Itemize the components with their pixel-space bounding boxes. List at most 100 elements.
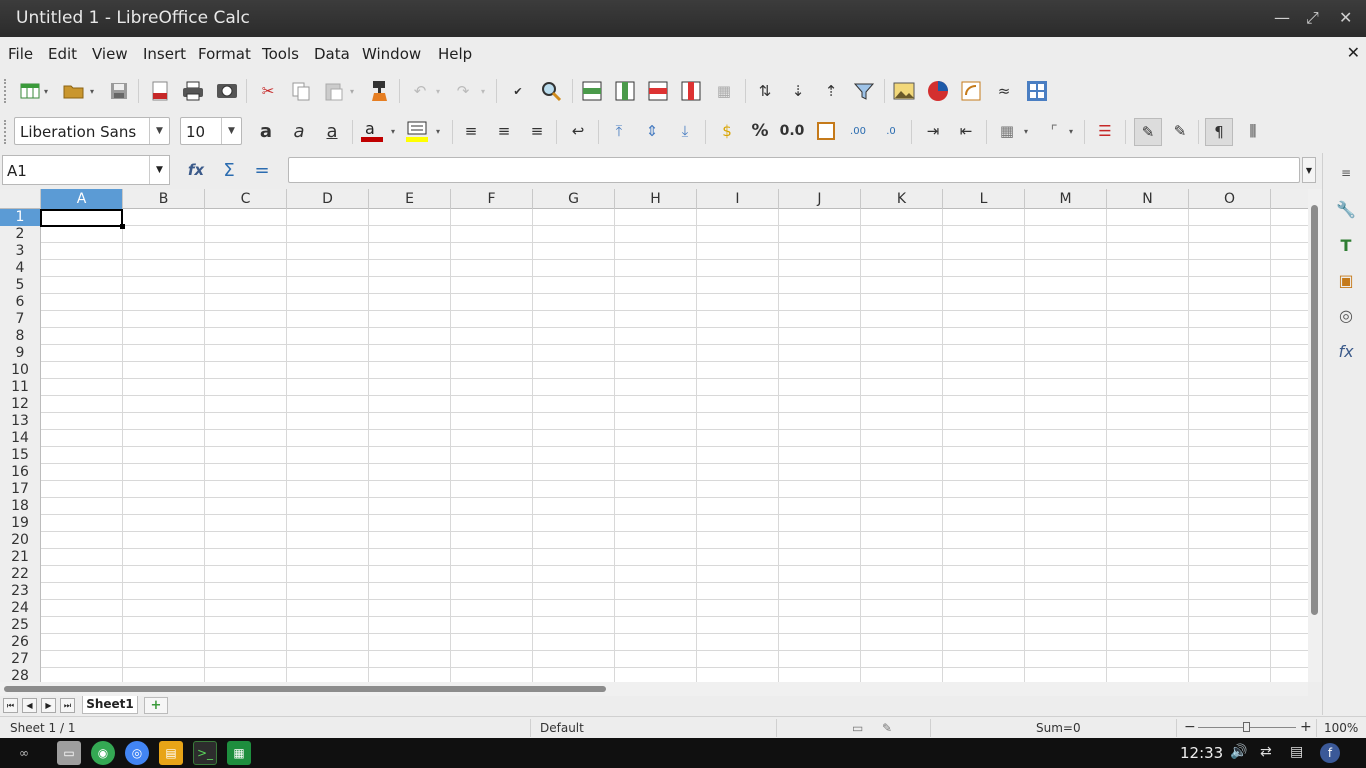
row-header[interactable]: 11 <box>0 379 40 396</box>
column-header-g[interactable]: G <box>533 189 615 209</box>
increase-indent-icon[interactable]: ⇥ <box>921 119 945 143</box>
clock[interactable]: 12:33 <box>1180 744 1223 762</box>
redo-icon[interactable]: ↷ <box>451 79 475 103</box>
new-dropdown-icon[interactable]: ▾ <box>44 79 52 103</box>
export-pdf-icon[interactable] <box>148 79 172 103</box>
close-document-button[interactable]: ✕ <box>1347 43 1360 62</box>
merge-cells-icon[interactable]: ▦ <box>712 79 736 103</box>
align-center-icon[interactable]: ≡ <box>492 119 516 143</box>
chevron-down-icon[interactable]: ▼ <box>221 118 241 144</box>
row-header[interactable]: 9 <box>0 345 40 362</box>
column-header-l[interactable]: L <box>943 189 1025 209</box>
row-header[interactable]: 17 <box>0 481 40 498</box>
sort-ascending-icon[interactable]: ⇣ <box>786 79 810 103</box>
date-format-icon[interactable] <box>814 119 838 143</box>
autofill-handle[interactable] <box>120 224 125 229</box>
font-color-icon[interactable]: a <box>360 119 384 143</box>
files-icon[interactable]: ▤ <box>159 741 183 765</box>
column-header-i[interactable]: I <box>697 189 779 209</box>
add-decimal-icon[interactable]: .00 <box>846 119 870 143</box>
gallery-icon[interactable]: ▣ <box>1334 268 1358 292</box>
number-format-button[interactable]: 0.0 <box>780 119 805 143</box>
row-header[interactable]: 4 <box>0 260 40 277</box>
formula-input[interactable] <box>288 157 1300 183</box>
chrome-icon[interactable]: ◉ <box>91 741 115 765</box>
vertical-scroll-thumb[interactable] <box>1311 205 1318 615</box>
row-header[interactable]: 13 <box>0 413 40 430</box>
text-direction-ltr-icon[interactable]: ¶ <box>1205 118 1233 146</box>
special-character-icon[interactable]: ≈ <box>992 79 1016 103</box>
row-header[interactable]: 3 <box>0 243 40 260</box>
row-header[interactable]: 14 <box>0 430 40 447</box>
menu-file[interactable]: File <box>8 45 33 63</box>
align-middle-icon[interactable]: ⇕ <box>640 119 664 143</box>
border-style-icon[interactable]: ⌜ <box>1042 119 1066 143</box>
vertical-scrollbar[interactable] <box>1308 189 1322 682</box>
show-draw-functions-icon[interactable]: ✎ <box>1134 118 1162 146</box>
facebook-icon[interactable]: f <box>1320 743 1340 763</box>
row-header[interactable]: 27 <box>0 651 40 668</box>
undo-icon[interactable]: ↶ <box>408 79 432 103</box>
menu-edit[interactable]: Edit <box>48 45 77 63</box>
copy-icon[interactable] <box>289 79 313 103</box>
new-icon[interactable] <box>18 79 42 103</box>
spelling-icon[interactable]: ✔ <box>506 79 530 103</box>
row-header[interactable]: 7 <box>0 311 40 328</box>
zoom-level[interactable]: 100% <box>1324 721 1358 735</box>
open-dropdown-icon[interactable]: ▾ <box>90 79 98 103</box>
cut-icon[interactable]: ✂ <box>256 79 280 103</box>
menu-data[interactable]: Data <box>314 45 350 63</box>
currency-icon[interactable]: $ <box>715 119 739 143</box>
autofilter-icon[interactable] <box>852 79 876 103</box>
align-right-icon[interactable]: ≡ <box>525 119 549 143</box>
close-window-button[interactable]: ✕ <box>1339 8 1352 27</box>
menu-insert[interactable]: Insert <box>143 45 186 63</box>
row-header[interactable]: 26 <box>0 634 40 651</box>
percent-button[interactable]: % <box>748 119 772 143</box>
row-header[interactable]: 28 <box>0 668 40 682</box>
row-header[interactable]: 25 <box>0 617 40 634</box>
zoom-in-button[interactable]: + <box>1300 719 1312 735</box>
wrap-text-icon[interactable]: ↩ <box>566 119 590 143</box>
print-icon[interactable] <box>181 79 205 103</box>
selection-mode-icon[interactable]: ▭ <box>852 721 863 735</box>
chart-icon[interactable] <box>926 79 950 103</box>
row-header[interactable]: 12 <box>0 396 40 413</box>
borders-icon[interactable]: ▦ <box>995 119 1019 143</box>
row-header[interactable]: 16 <box>0 464 40 481</box>
column-header-j[interactable]: J <box>779 189 861 209</box>
row-header[interactable]: 22 <box>0 566 40 583</box>
row-header[interactable]: 20 <box>0 532 40 549</box>
selected-cell-a1[interactable] <box>40 209 125 229</box>
row-header[interactable]: 21 <box>0 549 40 566</box>
terminal-icon[interactable]: >_ <box>193 741 217 765</box>
previous-sheet-icon[interactable]: ◀ <box>22 698 37 713</box>
delete-row-icon[interactable] <box>646 79 670 103</box>
horizontal-scrollbar[interactable] <box>0 682 1308 696</box>
row-header[interactable]: 18 <box>0 498 40 515</box>
bold-button[interactable]: a <box>254 119 278 143</box>
highlight-color-icon[interactable] <box>405 119 429 143</box>
menu-window[interactable]: Window <box>362 45 421 63</box>
clone-formatting-icon[interactable] <box>368 79 392 103</box>
horizontal-scroll-thumb[interactable] <box>4 686 606 692</box>
delete-decimal-icon[interactable]: .0 <box>879 119 903 143</box>
menu-view[interactable]: View <box>92 45 128 63</box>
column-header-f[interactable]: F <box>451 189 533 209</box>
next-sheet-icon[interactable]: ▶ <box>41 698 56 713</box>
select-all-corner[interactable] <box>0 189 41 209</box>
font-size-combo[interactable]: 10 ▼ <box>180 117 242 145</box>
first-sheet-icon[interactable]: ⏮ <box>3 698 18 713</box>
functions-icon[interactable]: fx <box>1334 339 1358 363</box>
row-icon[interactable] <box>580 79 604 103</box>
launcher-icon[interactable]: ∞ <box>12 741 36 765</box>
name-box[interactable]: A1 ▼ <box>2 155 170 185</box>
zoom-out-button[interactable]: − <box>1184 719 1196 735</box>
minimize-button[interactable]: — <box>1274 8 1290 27</box>
maximize-button[interactable]: ⤢ <box>1306 8 1319 28</box>
function-wizard-icon[interactable]: fx <box>184 158 208 182</box>
print-preview-icon[interactable] <box>215 79 239 103</box>
column-header-b[interactable]: B <box>123 189 205 209</box>
sort-icon[interactable]: ⇅ <box>753 79 777 103</box>
italic-button[interactable]: a <box>287 119 311 143</box>
